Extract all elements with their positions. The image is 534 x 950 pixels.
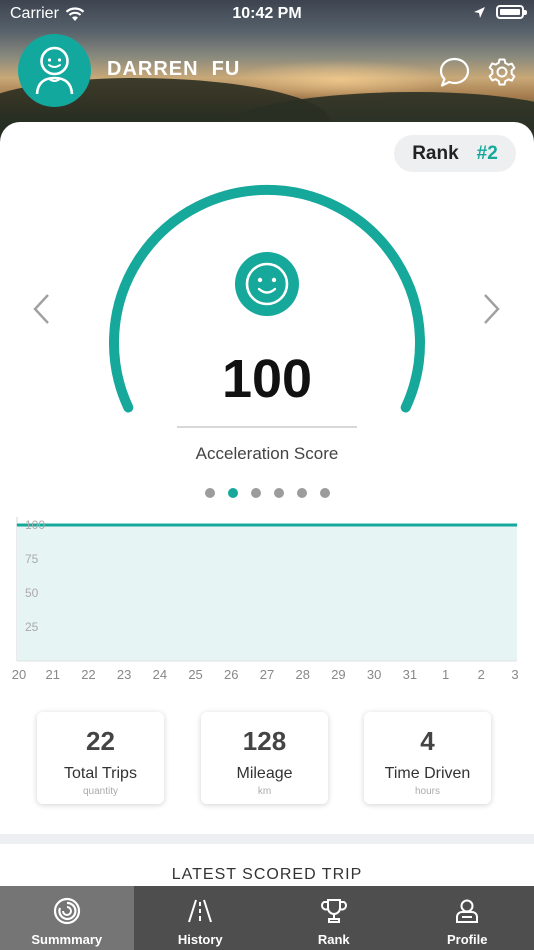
score-card: Rank #2 100 Acceleration Score 100 75 50 25… bbox=[0, 122, 534, 834]
y-tick-label: 25 bbox=[25, 620, 39, 634]
stat-label: Time Driven bbox=[384, 765, 471, 782]
stat-label: Mileage bbox=[236, 765, 293, 782]
x-tick-label: 21 bbox=[45, 667, 59, 682]
score-value: 100 bbox=[221, 349, 313, 409]
rank-badge[interactable]: Rank #2 bbox=[394, 135, 516, 172]
stat-card[interactable]: 128 Mileage km bbox=[201, 712, 328, 804]
status-bar: Carrier 10:42 PM bbox=[0, 0, 534, 30]
page-dot[interactable] bbox=[319, 488, 330, 498]
area-fill bbox=[17, 525, 517, 661]
battery-icon bbox=[496, 5, 527, 19]
section-divider bbox=[0, 834, 534, 844]
x-tick-label: 29 bbox=[331, 667, 345, 682]
stat-value: 22 bbox=[86, 726, 115, 756]
page-indicator[interactable] bbox=[0, 488, 534, 498]
tab-rank[interactable]: Rank bbox=[267, 886, 401, 950]
x-tick-label: 31 bbox=[403, 667, 417, 682]
x-tick-label: 20 bbox=[12, 667, 26, 682]
gear-icon bbox=[488, 58, 516, 86]
tab-history-label: History bbox=[177, 932, 223, 947]
previous-score-button[interactable] bbox=[30, 292, 54, 326]
y-tick-label: 75 bbox=[25, 552, 39, 566]
rank-value: #2 bbox=[476, 142, 498, 164]
tab-profile[interactable]: Profile bbox=[401, 886, 534, 950]
latest-trip-section: LATEST SCORED TRIP bbox=[0, 844, 534, 886]
avatar[interactable] bbox=[18, 34, 91, 107]
stats-row: 22 Total Trips quantity 128 Mileage km 4 Time D… bbox=[0, 712, 534, 804]
x-tick-label: 22 bbox=[81, 667, 95, 682]
next-score-button[interactable] bbox=[479, 292, 503, 326]
latest-trip-title: LATEST SCORED TRIP bbox=[171, 866, 363, 883]
trophy-icon bbox=[320, 899, 347, 923]
stat-card[interactable]: 22 Total Trips quantity bbox=[37, 712, 164, 804]
x-tick-label: 24 bbox=[153, 667, 167, 682]
settings-button[interactable] bbox=[486, 56, 518, 88]
x-tick-label: 3 bbox=[511, 667, 518, 682]
x-tick-label: 1 bbox=[442, 667, 449, 682]
page-dot[interactable] bbox=[250, 488, 261, 498]
data-point bbox=[123, 524, 125, 526]
stat-card[interactable]: 4 Time Driven hours bbox=[364, 712, 491, 804]
data-point bbox=[480, 524, 482, 526]
x-tick-label: 30 bbox=[367, 667, 381, 682]
y-tick-label: 50 bbox=[25, 586, 39, 600]
stat-unit: km bbox=[257, 786, 272, 797]
stat-value: 128 bbox=[242, 726, 287, 756]
smiley-icon bbox=[235, 252, 299, 316]
tab-summary-label: Summmary bbox=[31, 932, 103, 947]
rank-label: Rank bbox=[412, 142, 459, 164]
data-point bbox=[409, 524, 411, 526]
x-tick-label: 26 bbox=[224, 667, 238, 682]
score-underline bbox=[177, 426, 357, 428]
page-dot[interactable] bbox=[204, 488, 215, 498]
page-dot[interactable] bbox=[273, 488, 284, 498]
user-name: DARREN FU bbox=[107, 58, 241, 80]
location-arrow-icon bbox=[474, 6, 485, 18]
summary-icon bbox=[53, 897, 80, 925]
road-icon bbox=[188, 899, 213, 923]
data-point bbox=[266, 524, 268, 526]
data-point bbox=[373, 524, 375, 526]
x-tick-label: 2 bbox=[478, 667, 485, 682]
data-point bbox=[159, 524, 161, 526]
person-icon bbox=[35, 46, 74, 95]
profile-icon bbox=[456, 899, 479, 923]
data-point bbox=[52, 524, 54, 526]
tab-history[interactable]: History bbox=[134, 886, 268, 950]
x-tick-label: 28 bbox=[295, 667, 309, 682]
data-point bbox=[302, 524, 304, 526]
data-point bbox=[445, 524, 447, 526]
tab-summary[interactable]: Summmary bbox=[0, 886, 134, 950]
clock: 10:42 PM bbox=[232, 5, 302, 22]
chat-bubble-icon bbox=[439, 57, 470, 87]
stat-unit: hours bbox=[414, 786, 440, 797]
x-tick-label: 25 bbox=[188, 667, 202, 682]
stat-label: Total Trips bbox=[64, 765, 137, 782]
y-tick-label: 100 bbox=[25, 518, 45, 532]
stat-value: 4 bbox=[420, 726, 435, 756]
x-tick-label: 27 bbox=[260, 667, 274, 682]
data-point bbox=[230, 524, 232, 526]
x-tick-label: 23 bbox=[117, 667, 131, 682]
tab-profile-label: Profile bbox=[447, 932, 488, 947]
score-label: Acceleration Score bbox=[195, 444, 339, 463]
chevron-right-icon bbox=[484, 294, 500, 324]
page-dot[interactable] bbox=[296, 488, 307, 498]
score-history-chart: 10075502520 21 22 23 24 25 26 27 28 29 30 31 1 2 3 bbox=[12, 517, 519, 682]
page-dot[interactable] bbox=[227, 488, 238, 498]
data-point bbox=[516, 524, 518, 526]
tab-rank-label: Rank bbox=[317, 932, 350, 947]
chat-button[interactable] bbox=[438, 56, 471, 89]
data-point bbox=[87, 524, 89, 526]
chevron-left-icon bbox=[33, 294, 49, 324]
tab-bar: Summmary History Rank Profile bbox=[0, 886, 534, 950]
data-point bbox=[195, 524, 197, 526]
data-point bbox=[337, 524, 339, 526]
stat-unit: quantity bbox=[82, 786, 119, 797]
data-point bbox=[16, 524, 18, 526]
